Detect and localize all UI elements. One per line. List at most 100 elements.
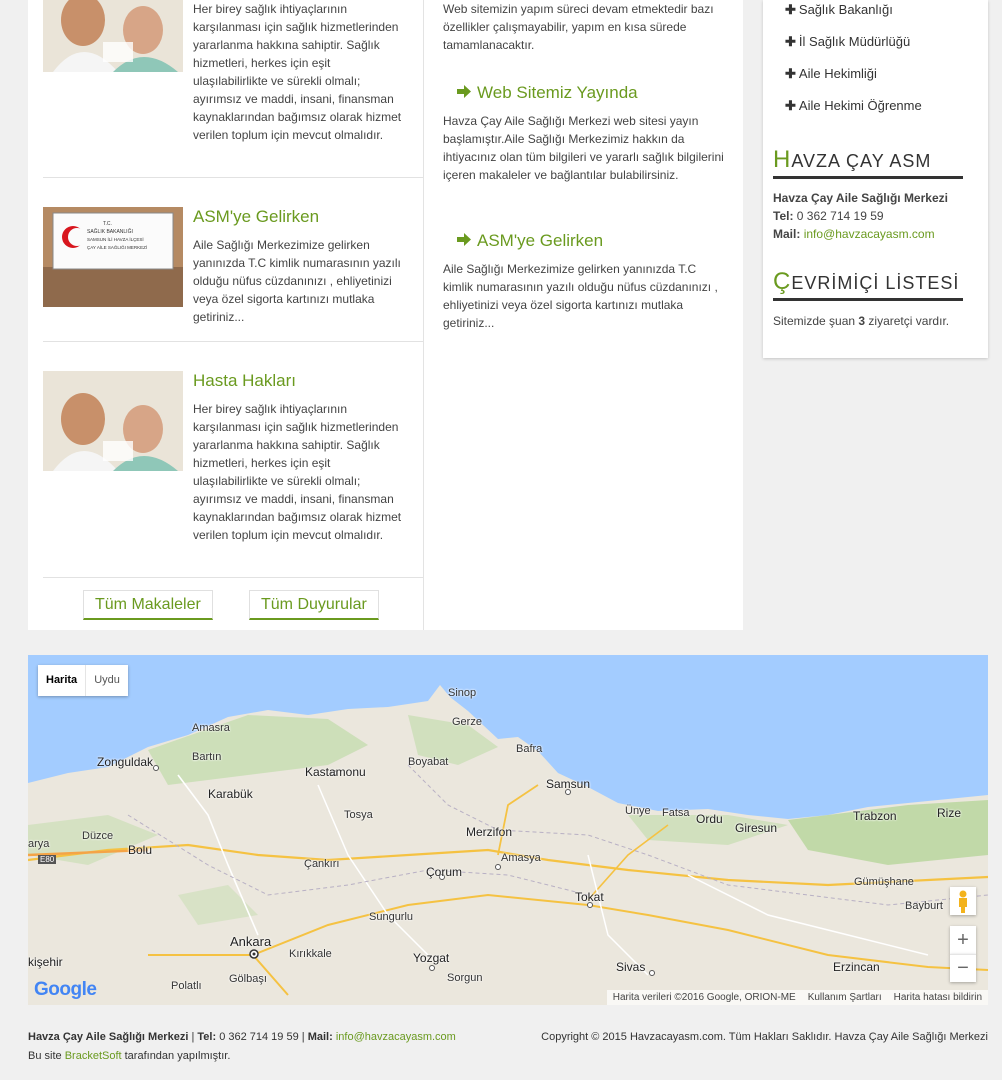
map-place-label: Amasra [192,722,230,734]
sign-line-1: T.C. [103,221,112,227]
article-thumbnail[interactable]: T.C. SAĞLIK BAKANLIĞI SAMSUN İLİ HAVZA İ… [43,207,183,307]
map-report-link[interactable]: Harita hatası bildirin [888,990,988,1005]
map-place-label: Bafra [516,743,543,755]
online-visitors: Sitemizde şuan 3 ziyaretçi vardır. [773,314,950,328]
footer-email-link[interactable]: info@havzacayasm.com [336,1031,456,1043]
map-place-label: Ordu [696,812,723,826]
arrow-right-icon [457,231,471,251]
footer-contact: Havza Çay Aile Sağlığı Merkezi | Tel: 0 … [28,1031,456,1043]
all-announcements-button[interactable]: Tüm Duyurular [249,590,379,620]
map-place-label: Sivas [616,960,646,974]
map-place-label: Polatlı [171,980,202,992]
divider [43,341,423,342]
announcement-excerpt: Havza Çay Aile Sağlığı Merkezi web sites… [443,114,724,182]
article-title[interactable]: ASM'ye Gelirken [193,207,319,227]
map-place-label: Giresun [735,821,778,835]
sign-line-4: ÇAY AİLE SAĞLIĞI MERKEZİ [87,244,147,250]
map-place-label: Bartın [192,751,222,763]
map-place-label: Sungurlu [369,911,414,923]
sidebar-link[interactable]: ✚ Sağlık Bakanlığı [785,2,893,18]
map-place-label: Tosya [344,809,373,821]
map-place-label: kişehir [28,955,63,969]
article-thumbnail[interactable] [43,0,183,72]
map-place-label: Çankırı [304,858,340,870]
google-map[interactable]: Sinop Gerze Amasra Bartın Zonguldak Bafr… [28,655,988,1005]
divider [43,177,423,178]
street-view-pegman-icon[interactable] [950,887,976,915]
articles-column: Her birey sağlık ihtiyaçlarının karşılan… [28,0,424,630]
map-place-label: Düzce [82,830,114,842]
map-type-satellite-button[interactable]: Uydu [86,665,128,696]
map-type-control: Harita Uydu [38,665,128,696]
plus-icon: ✚ [785,34,796,49]
map-place-label: Samsun [546,777,591,791]
map-place-label: Tokat [575,890,604,904]
article-excerpt: Her birey sağlık ihtiyaçlarının karşılan… [193,2,402,142]
zoom-out-button[interactable]: − [950,954,976,982]
sidebar-link-label: İl Sağlık Müdürlüğü [798,34,911,49]
map-data-credit: Harita verileri ©2016 Google, ORION-ME [612,992,796,1003]
map-place-label: Rize [937,806,962,820]
map-footer: Harita verileri ©2016 Google, ORION-ME K… [606,990,988,1005]
map-place-label: Kastamonu [305,765,366,779]
all-articles-button[interactable]: Tüm Makaleler [83,590,213,620]
map-place-label: Karabük [208,787,253,801]
mail-label: Mail: [773,227,801,241]
zoom-in-button[interactable]: + [950,926,976,954]
google-logo[interactable]: Google [34,979,97,1001]
plus-icon: ✚ [785,66,796,81]
map-place-label: Merzifon [466,825,513,839]
contact-email-link[interactable]: info@havzacayasm.com [804,227,935,241]
footer-credit: Bu site BracketSoft tarafından yapılmışt… [28,1050,231,1062]
article-excerpt: Aile Sağlığı Merkezimize gelirken yanını… [193,238,401,324]
road-shield: E80 [38,855,57,864]
map-place-label: Kırıkkale [289,948,332,960]
plus-icon: ✚ [785,98,796,113]
footer-tel-label: Tel: [197,1031,217,1043]
sidebar-link-label: Aile Hekimliği [798,66,877,81]
footer-name: Havza Çay Aile Sağlığı Merkezi [28,1031,189,1043]
map-place-label: Erzincan [833,960,880,974]
divider [43,577,423,578]
map-place-label: Amasya [501,852,541,864]
footer-copyright: Copyright © 2015 Havzacayasm.com. Tüm Ha… [541,1031,988,1043]
sidebar: ✚ Sağlık Bakanlığı ✚ İl Sağlık Müdürlüğü ✚… [763,0,988,358]
announcement-title[interactable]: Web Sitemiz Yayında [457,83,638,103]
map-place-label: Çorum [426,865,463,879]
announcement-excerpt: Web sitemizin yapım süreci devam etmekte… [443,2,714,52]
map-place-label: Trabzon [853,809,897,823]
announcement-title-label: Web Sitemiz Yayında [477,83,638,102]
sidebar-link[interactable]: ✚ Aile Hekimi Öğrenme [785,98,922,114]
article-title[interactable]: Hasta Hakları [193,371,296,391]
map-terms-link[interactable]: Kullanım Şartları [802,990,888,1005]
sidebar-link-label: Aile Hekimi Öğrenme [798,98,922,113]
map-type-roadmap-button[interactable]: Harita [38,665,87,696]
contact-name: Havza Çay Aile Sağlığı Merkezi [773,191,948,205]
map-place-label: Gölbaşı [229,973,267,985]
map-place-label: Bolu [128,843,153,857]
online-heading: ÇEVRİMİÇİ LİSTESİ [773,268,963,301]
sidebar-link-label: Sağlık Bakanlığı [798,2,893,17]
sidebar-link[interactable]: ✚ Aile Hekimliği [785,66,877,82]
announcement-title[interactable]: ASM'ye Gelirken [457,231,603,251]
map-place-label: Sorgun [447,972,483,984]
map-place-label: Gümüşhane [854,876,914,888]
map-place-label: Boyabat [408,756,449,768]
announcements-column: Web sitemizin yapım süreci devam etmekte… [424,0,743,630]
map-place-label: Bayburt [905,900,943,912]
map-place-label: Ankara [230,934,272,949]
announcement-excerpt: Aile Sağlığı Merkezimize gelirken yanını… [443,262,718,330]
map-place-label: Gerze [452,716,482,728]
online-count: 3 [858,314,866,328]
footer-phone: 0 362 714 19 59 [219,1031,299,1043]
arrow-right-icon [457,83,471,103]
sidebar-link[interactable]: ✚ İl Sağlık Müdürlüğü [785,34,910,50]
sign-line-3: SAMSUN İLİ HAVZA İLÇESİ [87,236,144,242]
article-thumbnail[interactable] [43,371,183,471]
map-place-label: arya [28,838,50,850]
contact-heading: HAVZA ÇAY ASM [773,146,963,179]
contact-phone: 0 362 714 19 59 [796,209,884,223]
map-place-label: Yozgat [413,951,450,965]
contact-info: Havza Çay Aile Sağlığı Merkezi Tel: 0 36… [773,189,948,243]
bracketsoft-link[interactable]: BracketSoft [65,1050,122,1062]
